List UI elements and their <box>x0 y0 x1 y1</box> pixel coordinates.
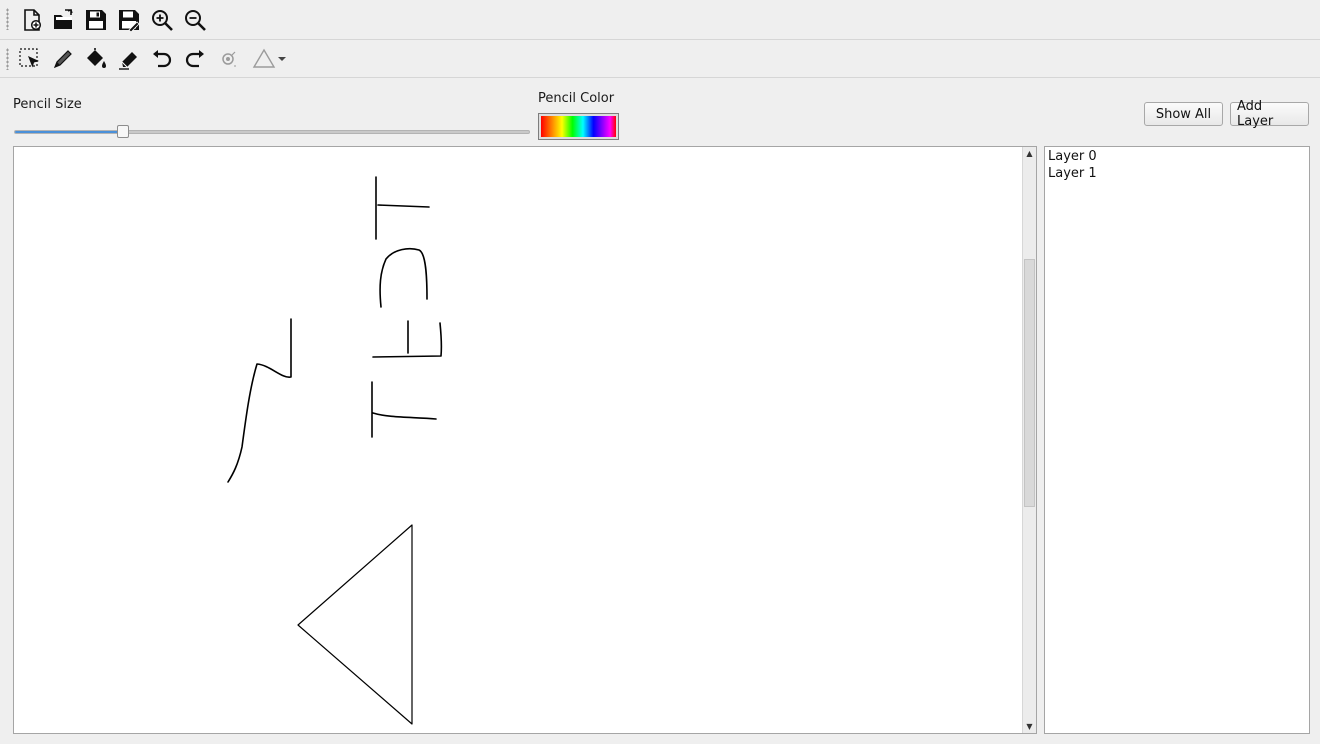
pencil-color-label: Pencil Color <box>538 91 615 106</box>
stroke-squiggle <box>227 318 292 483</box>
save-button[interactable] <box>81 5 111 35</box>
undo-button[interactable] <box>147 44 177 74</box>
fill-bucket-icon <box>87 48 106 68</box>
scroll-up-arrow-icon[interactable]: ▲ <box>1023 147 1036 160</box>
save-as-icon <box>119 10 140 32</box>
layers-list[interactable]: Layer 0 Layer 1 <box>1044 146 1310 734</box>
pencil-color-button[interactable] <box>538 113 619 140</box>
redo-button[interactable] <box>180 44 210 74</box>
stroke-letter-t-bottom <box>371 381 437 438</box>
pencil-tool-icon <box>53 50 72 69</box>
spray-icon <box>222 51 236 67</box>
chevron-down-icon <box>278 57 286 61</box>
save-as-button[interactable] <box>114 5 144 35</box>
toolbar-grip[interactable] <box>6 48 9 70</box>
pencil-tool-button[interactable] <box>48 44 78 74</box>
zoom-out-button[interactable] <box>180 5 210 35</box>
open-file-icon <box>54 9 73 29</box>
toolbar-grip[interactable] <box>6 8 9 30</box>
new-file-icon <box>24 9 42 31</box>
drawing-canvas[interactable] <box>14 147 1022 733</box>
stroke-letter-t-top <box>375 176 430 240</box>
file-toolbar <box>0 0 1320 40</box>
eraser-icon <box>119 52 137 70</box>
slider-fill <box>15 131 123 133</box>
drawing-layer <box>227 176 443 725</box>
triangle-shape <box>297 524 413 725</box>
save-icon <box>86 10 106 30</box>
zoom-out-icon <box>185 10 206 31</box>
select-tool-button[interactable] <box>15 44 45 74</box>
zoom-in-button[interactable] <box>147 5 177 35</box>
stroke-letter-e <box>372 320 443 358</box>
slider-handle[interactable] <box>116 125 129 138</box>
pencil-size-label: Pencil Size <box>13 97 82 112</box>
show-all-button[interactable]: Show All <box>1144 102 1223 126</box>
tools-toolbar <box>0 40 1320 78</box>
open-file-button[interactable] <box>49 5 79 35</box>
layer-item[interactable]: Layer 0 <box>1045 148 1309 165</box>
canvas-vertical-scrollbar[interactable]: ▲ ▼ <box>1022 147 1036 733</box>
zoom-in-icon <box>152 10 173 31</box>
scroll-thumb[interactable] <box>1024 259 1035 507</box>
pencil-size-slider[interactable] <box>14 125 530 138</box>
fill-bucket-button[interactable] <box>81 44 111 74</box>
spray-button[interactable] <box>213 44 243 74</box>
scroll-down-arrow-icon[interactable]: ▼ <box>1023 720 1036 733</box>
eraser-button[interactable] <box>114 44 144 74</box>
layer-item[interactable]: Layer 1 <box>1045 165 1309 182</box>
shape-dropdown-button[interactable] <box>248 44 290 74</box>
select-tool-icon <box>19 48 39 68</box>
undo-icon <box>153 50 172 68</box>
triangle-shape-icon <box>252 48 276 68</box>
add-layer-button[interactable]: Add Layer <box>1230 99 1309 129</box>
redo-icon <box>185 50 204 68</box>
canvas-frame: ▲ ▼ <box>13 146 1037 734</box>
new-file-button[interactable] <box>17 5 47 35</box>
stroke-letter-s <box>379 247 428 308</box>
color-spectrum <box>541 116 616 137</box>
